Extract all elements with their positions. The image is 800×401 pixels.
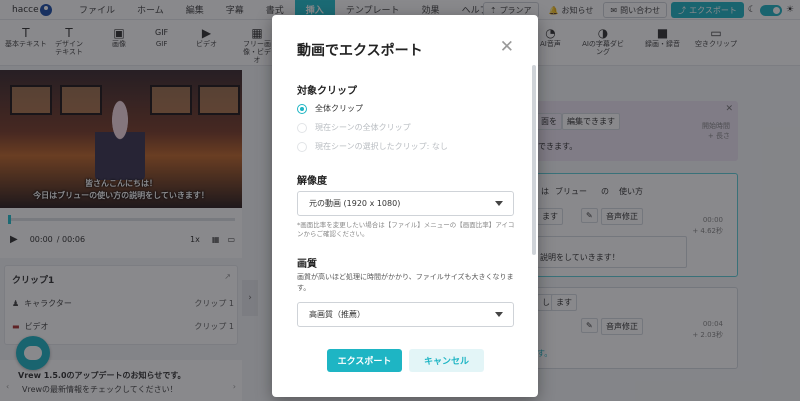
quality-description: 画質が高いほど処理に時間がかかり、ファイルサイズも大きくなります。 (297, 273, 514, 292)
close-icon[interactable]: ✕ (500, 37, 514, 57)
radio-label: 全体クリップ (315, 104, 363, 113)
radio-selected-clips[interactable]: 現在シーンの選択したクリップ: なし (297, 141, 448, 152)
export-dialog: 動画でエクスポート ✕ 対象クリップ 全体クリップ 現在シーンの全体クリップ 現… (272, 15, 538, 397)
radio-label: 現在シーンの全体クリップ (315, 123, 411, 132)
resolution-note: *画面比率を変更したい場合は【ファイル】メニューの【画面比率】アイコンからご確認… (297, 221, 515, 238)
radio-indicator (297, 122, 307, 133)
dialog-scrollbar[interactable] (532, 65, 536, 255)
radio-indicator (297, 141, 307, 152)
section-resolution: 解像度 (297, 176, 327, 187)
caret-down-icon (495, 201, 503, 206)
quality-select[interactable]: 高画質（推薦） (297, 302, 514, 327)
section-target-clip: 対象クリップ (297, 86, 357, 97)
radio-label: 現在シーンの選択したクリップ: なし (315, 142, 448, 151)
export-button[interactable]: エクスポート (327, 349, 402, 372)
quality-value: 高画質（推薦） (309, 310, 365, 319)
radio-indicator (297, 103, 307, 114)
dialog-title: 動画でエクスポート (297, 43, 423, 59)
resolution-value: 元の動画 (1920 x 1080) (309, 199, 401, 208)
section-quality: 画質 (297, 259, 317, 270)
caret-down-icon (495, 312, 503, 317)
radio-all-clips[interactable]: 全体クリップ (297, 103, 363, 114)
cancel-button[interactable]: キャンセル (409, 349, 484, 372)
resolution-select[interactable]: 元の動画 (1920 x 1080) (297, 191, 514, 216)
radio-current-scene[interactable]: 現在シーンの全体クリップ (297, 122, 411, 133)
